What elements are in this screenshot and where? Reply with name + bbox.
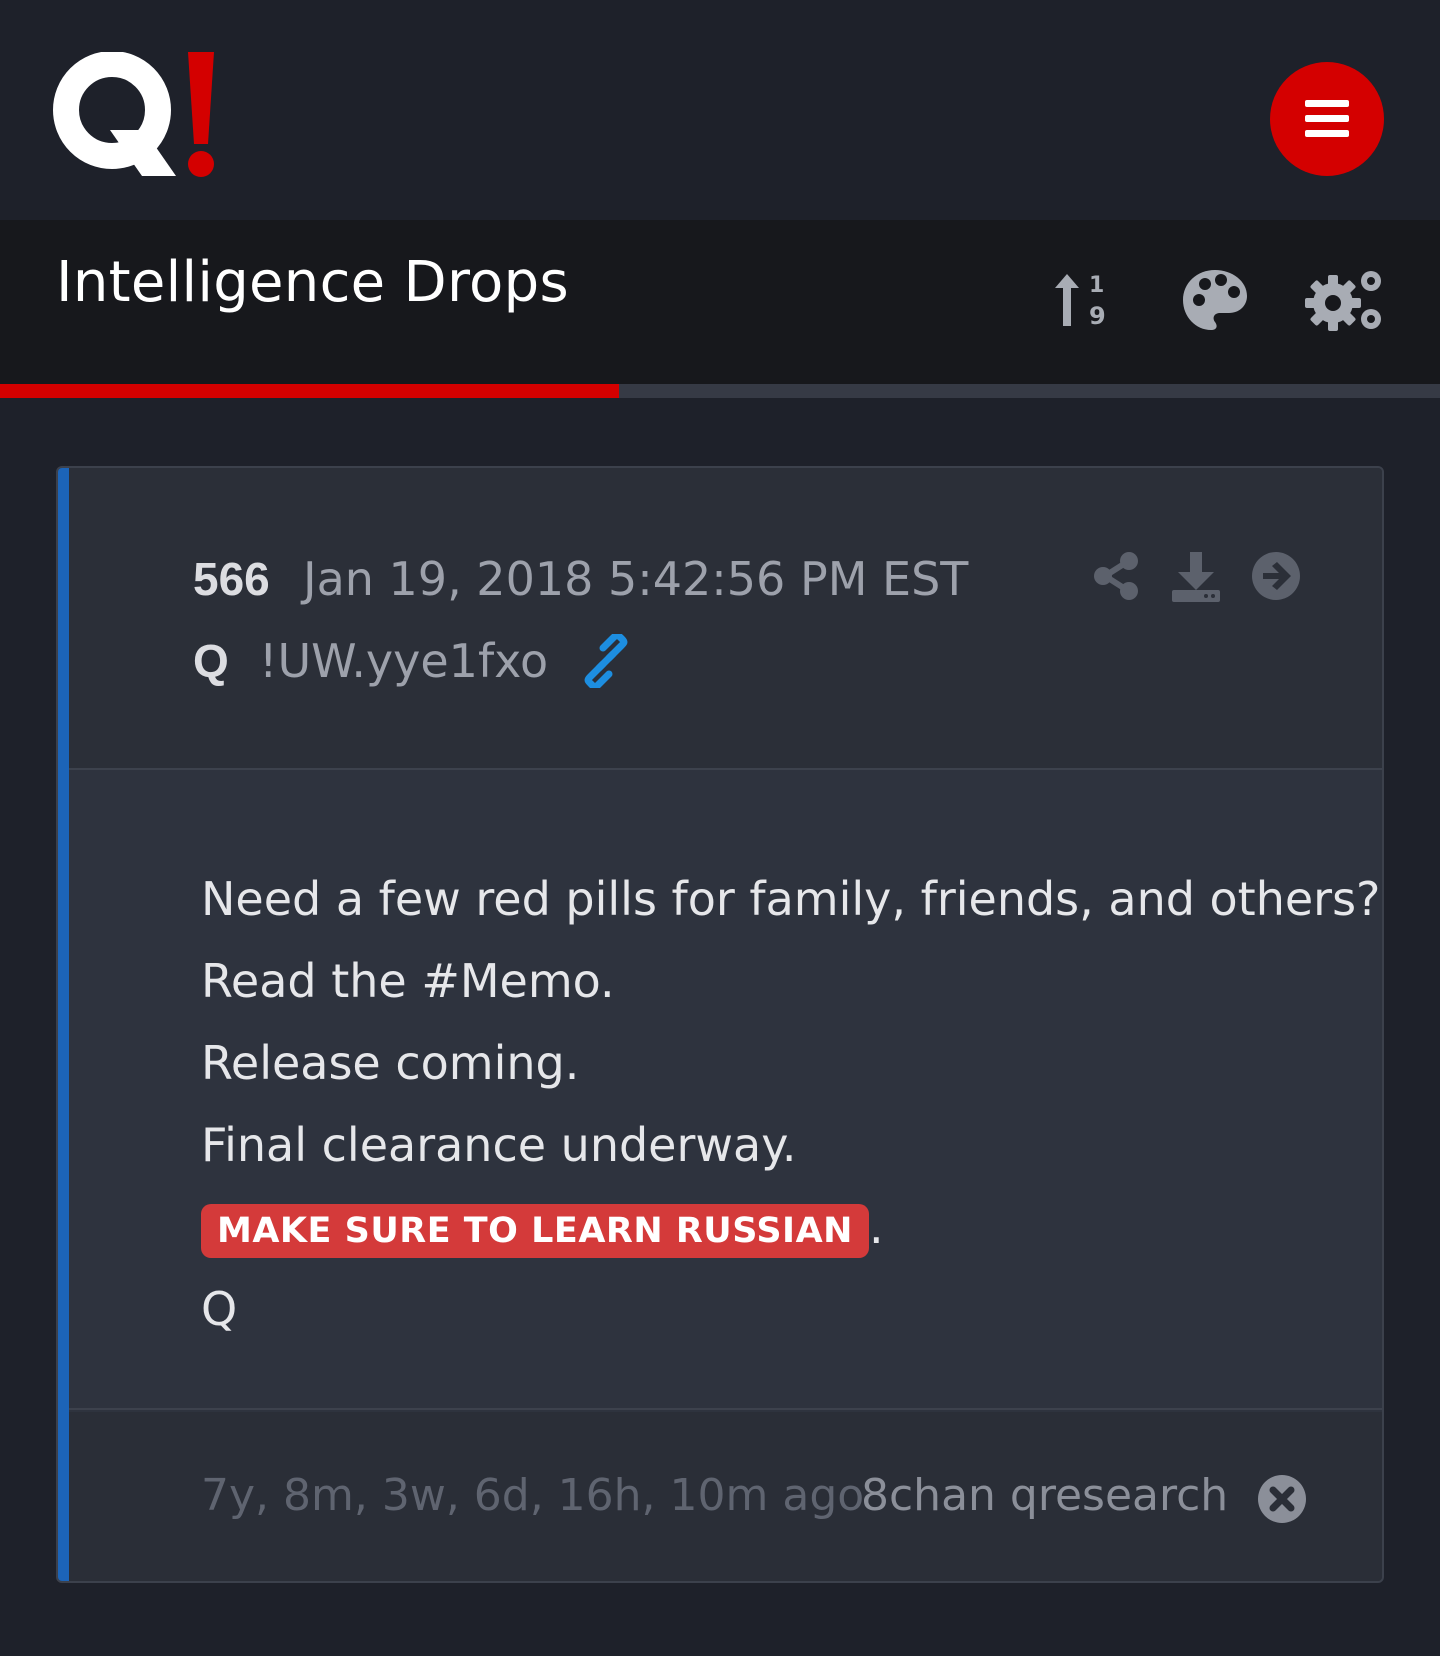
sort-numeric-icon: 1 9 (1055, 273, 1106, 330)
download-icon (1172, 552, 1220, 602)
post-signature: Q (201, 1282, 238, 1336)
q-logo[interactable] (52, 51, 232, 192)
svg-text:1: 1 (1089, 273, 1104, 298)
post-tripcode: !UW.yye1fxo (259, 634, 549, 688)
highlight-badge: MAKE SURE TO LEARN RUSSIAN (201, 1203, 869, 1258)
post-actions (1088, 548, 1304, 604)
dismiss-button[interactable] (1257, 1474, 1307, 1524)
permalink-button[interactable] (579, 631, 633, 691)
share-button[interactable] (1088, 548, 1144, 604)
post-footer: 7y, 8m, 3w, 6d, 16h, 10m ago 8chan qrese… (69, 1412, 1382, 1581)
sort-button[interactable]: 1 9 (1040, 260, 1130, 340)
svg-text:9: 9 (1089, 302, 1106, 330)
highlight-suffix: . (868, 1200, 884, 1254)
post-card: 566 Jan 19, 2018 5:42:56 PM EST Q !UW.yy… (56, 466, 1384, 1583)
top-bar (0, 0, 1440, 220)
settings-button[interactable] (1300, 260, 1390, 340)
post-source: 8chan qresearch (861, 1470, 1229, 1521)
post-line: Read the #Memo. (201, 954, 615, 1008)
share-icon (1094, 552, 1138, 600)
post-line: Release coming. (201, 1036, 580, 1090)
post-header: 566 Jan 19, 2018 5:42:56 PM EST Q !UW.yy… (69, 468, 1382, 770)
palette-icon (1183, 270, 1247, 330)
progress-bar (0, 384, 1440, 398)
progress-fill (0, 384, 620, 398)
theme-button[interactable] (1170, 260, 1260, 340)
card-accent-bar (58, 468, 69, 1581)
hamburger-menu-icon (1305, 100, 1349, 137)
arrow-right-circle-icon (1252, 552, 1300, 600)
open-post-button[interactable] (1248, 548, 1304, 604)
post-author: Q (193, 635, 229, 687)
title-actions: 1 9 (1040, 260, 1390, 340)
menu-button[interactable] (1270, 62, 1384, 176)
page-title: Intelligence Drops (56, 250, 569, 315)
post-date: Jan 19, 2018 5:42:56 PM EST (303, 552, 969, 606)
link-icon (584, 631, 628, 691)
title-bar: Intelligence Drops 1 9 (0, 220, 1440, 384)
post-text: Need a few red pills for family, friends… (201, 858, 1380, 1350)
post-highlight-line: MAKE SURE TO LEARN RUSSIAN. (201, 1186, 1380, 1268)
post-line: Need a few red pills for family, friends… (201, 872, 1381, 926)
close-circle-icon (1258, 1475, 1306, 1523)
post-number: 566 (193, 553, 270, 605)
download-button[interactable] (1168, 548, 1224, 604)
post-body: Need a few red pills for family, friends… (69, 770, 1382, 1410)
post-age: 7y, 8m, 3w, 6d, 16h, 10m ago (201, 1470, 865, 1521)
cogs-icon (1305, 271, 1381, 331)
post-line: Final clearance underway. (201, 1118, 797, 1172)
